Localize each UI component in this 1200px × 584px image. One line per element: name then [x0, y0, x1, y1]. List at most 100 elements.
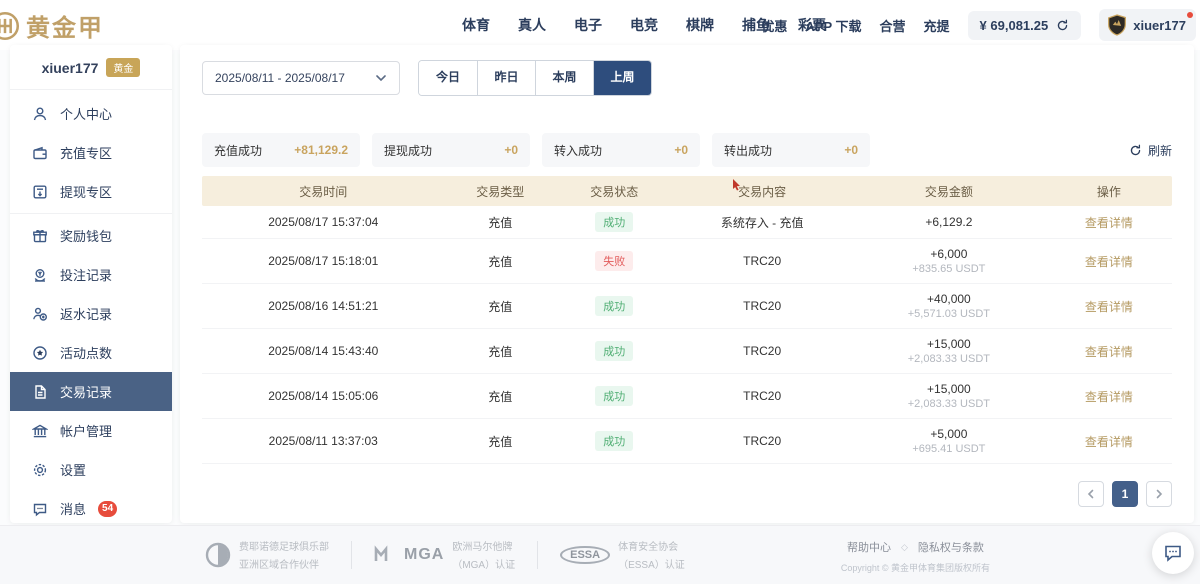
footer: 费耶诺德足球俱乐部 亚洲区域合作伙伴 MGA 欧洲马尔他牌 （MGA）认证 ES… — [0, 525, 1200, 584]
date-range-select[interactable]: 2025/08/11 - 2025/08/17 — [202, 61, 400, 95]
sidebar-username: xiuer177 — [42, 60, 99, 76]
sidebar-item-label: 交易记录 — [60, 382, 112, 401]
summary-value: +0 — [504, 143, 518, 157]
table-row: 2025/08/17 15:37:04 充值 成功 系统存入 - 充值 +6,1… — [202, 206, 1172, 239]
tx-type: 充值 — [445, 433, 557, 450]
view-details-link[interactable]: 查看详情 — [1085, 216, 1133, 230]
header-username: xiuer177 — [1133, 18, 1186, 33]
transaction-doc-icon — [32, 384, 48, 400]
partner-logos: 费耶诺德足球俱乐部 亚洲区域合作伙伴 MGA 欧洲马尔他牌 （MGA）认证 ES… — [205, 538, 685, 571]
link-promos[interactable]: 优惠 — [761, 16, 787, 35]
top-header: 黄金甲 体育 真人 电子 电竞 棋牌 捕鱼 彩票 优惠 APP 下载 合营 充提… — [0, 0, 1200, 50]
balance-display[interactable]: ¥ 69,081.25 — [968, 11, 1082, 40]
vip-shield-icon — [1107, 14, 1127, 36]
tx-content: TRC20 — [672, 434, 851, 448]
tx-amount-usdt: +5,571.03 USDT — [852, 308, 1046, 320]
status-badge: 失败 — [595, 251, 633, 271]
chevron-down-icon — [375, 72, 387, 84]
tx-content: TRC20 — [672, 299, 851, 313]
sidebar-item-bet-records[interactable]: 投注记录 — [10, 255, 172, 294]
sidebar-item-label: 帐户管理 — [60, 421, 112, 440]
sidebar-item-settings[interactable]: 设置 — [10, 450, 172, 489]
tx-amount: +5,000 — [852, 427, 1046, 441]
sidebar-item-reward-wallet[interactable]: 奖励钱包 — [10, 216, 172, 255]
brand-emblem-icon — [0, 9, 22, 43]
table-row: 2025/08/17 15:18:01 充值 失败 TRC20 +6,000+8… — [202, 239, 1172, 284]
pagination: 1 — [1078, 481, 1172, 507]
refresh-icon — [1129, 144, 1142, 157]
footer-links: 帮助中心 ◇ 隐私权与条款 Copyright © 黄金甲体育集团版权所有 — [841, 539, 990, 574]
privacy-terms-link[interactable]: 隐私权与条款 — [918, 539, 984, 555]
nav-item-live[interactable]: 真人 — [518, 15, 546, 35]
summary-label: 提现成功 — [384, 142, 432, 159]
sidebar-item-rebate-records[interactable]: 返水记录 — [10, 294, 172, 333]
chevron-right-icon — [1154, 489, 1164, 499]
tab-today[interactable]: 今日 — [419, 61, 477, 95]
status-badge: 成功 — [595, 431, 633, 451]
brand-logo[interactable]: 黄金甲 — [0, 8, 104, 43]
tx-amount: +40,000 — [852, 292, 1046, 306]
view-details-link[interactable]: 查看详情 — [1085, 255, 1133, 269]
tx-content: TRC20 — [672, 254, 851, 268]
sidebar-item-label: 个人中心 — [60, 104, 112, 123]
sidebar-item-deposit[interactable]: 充值专区 — [10, 133, 172, 172]
link-app-download[interactable]: APP 下载 — [805, 16, 861, 35]
link-affiliate[interactable]: 合营 — [880, 16, 906, 35]
sidebar-item-account-management[interactable]: 帐户管理 — [10, 411, 172, 450]
status-badge: 成功 — [595, 296, 633, 316]
table-row: 2025/08/14 15:05:06 充值 成功 TRC20 +15,000+… — [202, 374, 1172, 419]
nav-item-sports[interactable]: 体育 — [462, 15, 490, 35]
col-status: 交易状态 — [556, 183, 672, 200]
sidebar-item-label: 提现专区 — [60, 182, 112, 201]
essa-logo-text: ESSA — [560, 546, 610, 564]
nav-item-cards[interactable]: 棋牌 — [686, 15, 714, 35]
tx-amount: +6,129.2 — [852, 215, 1046, 229]
points-star-icon — [32, 345, 48, 361]
tx-content: 系统存入 - 充值 — [672, 214, 851, 231]
sidebar-item-label: 充值专区 — [60, 143, 112, 162]
tx-type: 充值 — [445, 388, 557, 405]
table-body: 2025/08/17 15:37:04 充值 成功 系统存入 - 充值 +6,1… — [202, 206, 1172, 464]
feyenoord-logo-icon — [205, 542, 231, 568]
date-range-value: 2025/08/11 - 2025/08/17 — [215, 71, 345, 85]
sidebar-item-activity-points[interactable]: 活动点数 — [10, 333, 172, 372]
refresh-button[interactable]: 刷新 — [1129, 142, 1172, 159]
tx-time: 2025/08/11 13:37:03 — [202, 434, 445, 448]
link-deposit-withdraw[interactable]: 充提 — [924, 16, 950, 35]
sidebar-item-label: 消息 — [60, 499, 86, 518]
partner-feyenoord: 费耶诺德足球俱乐部 亚洲区域合作伙伴 — [205, 538, 329, 571]
date-quick-tabs: 今日 昨日 本周 上周 — [418, 60, 652, 96]
tab-yesterday[interactable]: 昨日 — [477, 61, 535, 95]
col-action: 操作 — [1046, 183, 1172, 200]
status-badge: 成功 — [595, 386, 633, 406]
sidebar-item-transaction-records[interactable]: 交易记录 — [10, 372, 172, 411]
tab-last-week[interactable]: 上周 — [593, 61, 651, 95]
view-details-link[interactable]: 查看详情 — [1085, 435, 1133, 449]
sidebar-item-personal-center[interactable]: 个人中心 — [10, 94, 172, 133]
user-menu[interactable]: xiuer177 — [1099, 9, 1196, 41]
help-center-link[interactable]: 帮助中心 — [847, 539, 891, 555]
sidebar-item-withdraw[interactable]: 提现专区 — [10, 172, 172, 211]
summary-deposit-success: 充值成功 +81,129.2 — [202, 133, 360, 167]
live-chat-button[interactable] — [1152, 532, 1194, 574]
view-details-link[interactable]: 查看详情 — [1085, 345, 1133, 359]
page-prev-button[interactable] — [1078, 481, 1104, 507]
col-time: 交易时间 — [202, 183, 445, 200]
status-badge: 成功 — [595, 341, 633, 361]
refresh-icon[interactable] — [1056, 19, 1069, 32]
tx-amount-usdt: +2,083.33 USDT — [852, 353, 1046, 365]
nav-item-slots[interactable]: 电子 — [574, 15, 602, 35]
tx-time: 2025/08/17 15:37:04 — [202, 215, 445, 229]
col-amount: 交易金额 — [852, 183, 1046, 200]
sidebar-item-messages[interactable]: 消息 54 — [10, 489, 172, 523]
page-number-button[interactable]: 1 — [1112, 481, 1138, 507]
view-details-link[interactable]: 查看详情 — [1085, 390, 1133, 404]
notification-dot — [1187, 12, 1193, 18]
view-details-link[interactable]: 查看详情 — [1085, 300, 1133, 314]
partner-mga: MGA 欧洲马尔他牌 （MGA）认证 — [374, 538, 515, 571]
header-right: 优惠 APP 下载 合营 充提 ¥ 69,081.25 xiuer177 — [761, 0, 1196, 50]
page-next-button[interactable] — [1146, 481, 1172, 507]
sidebar-item-label: 返水记录 — [60, 304, 112, 323]
tab-this-week[interactable]: 本周 — [535, 61, 593, 95]
nav-item-esports[interactable]: 电竞 — [630, 15, 658, 35]
